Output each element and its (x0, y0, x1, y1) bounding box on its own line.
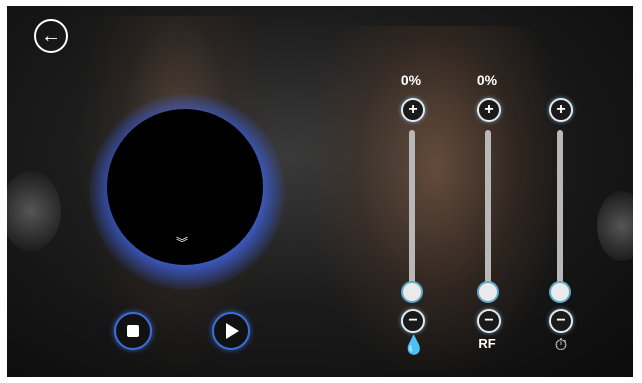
chevron-down-icon: ︾ (175, 236, 188, 250)
background-man-figure (307, 26, 567, 376)
hydro-slider-track[interactable] (409, 130, 415, 287)
dumbbell-left-image (7, 171, 61, 251)
hydro-percent: 0% (400, 72, 422, 88)
timer-slider-knob[interactable] (549, 281, 571, 303)
stop-button[interactable] (114, 312, 152, 350)
hydro-decrease-button[interactable]: − (401, 309, 425, 333)
timer-increase-button[interactable]: + (549, 98, 573, 122)
rf-percent: 0% (476, 72, 498, 88)
rf-slider-track[interactable] (485, 130, 491, 287)
hydro-increase-button[interactable]: + (401, 98, 425, 122)
stop-icon (127, 325, 139, 337)
rf-label: RF (478, 336, 496, 351)
timer-decrease-button[interactable]: − (549, 309, 573, 333)
rf-decrease-button[interactable]: − (477, 309, 501, 333)
play-button[interactable] (212, 312, 250, 350)
arrow-left-icon: ← (41, 25, 61, 47)
timer-icon: ⏱ (554, 337, 568, 354)
play-icon (226, 323, 239, 339)
water-drop-icon: 💧 (402, 335, 426, 355)
screen: ← ︾ 0% + − 💧 0% + − RF + − ⏱ (7, 6, 633, 377)
back-button[interactable]: ← (34, 19, 68, 53)
rf-slider-knob[interactable] (477, 281, 499, 303)
rf-increase-button[interactable]: + (477, 98, 501, 122)
hydro-slider-knob[interactable] (401, 281, 423, 303)
timer-slider-track[interactable] (557, 130, 563, 287)
dumbbell-right-image (597, 191, 633, 261)
